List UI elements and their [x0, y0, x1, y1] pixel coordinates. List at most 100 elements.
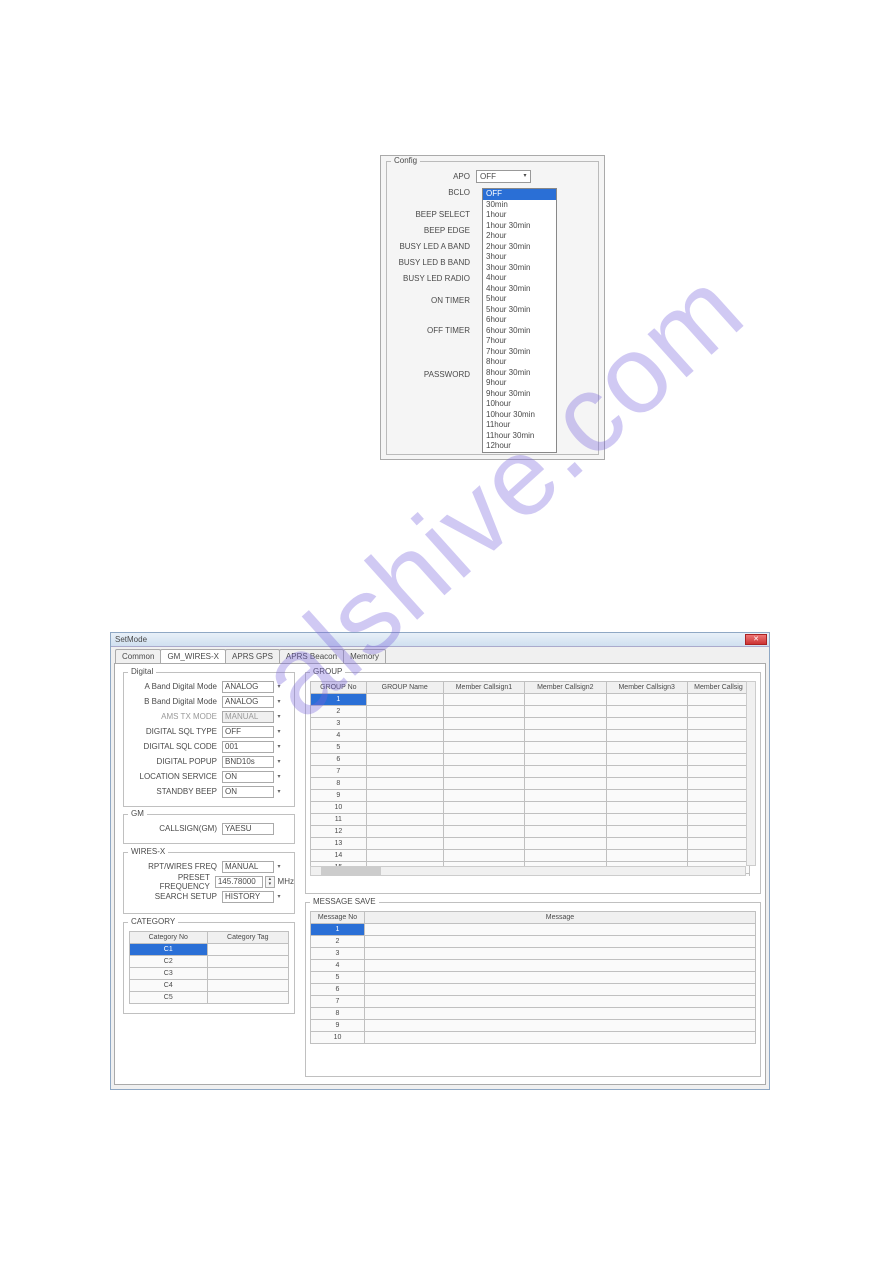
digital-groupbox: Digital A Band Digital ModeANALOG▾ B Ban… [123, 672, 295, 807]
tab-aprs-beacon[interactable]: APRS Beacon [279, 649, 344, 663]
table-row: 4 [311, 960, 756, 972]
table-row: 7 [311, 996, 756, 1008]
search-setup-dropdown[interactable]: HISTORY▾ [222, 891, 274, 903]
table-row: 3 [311, 948, 756, 960]
table-row: C1 [130, 944, 289, 956]
dropdown-item[interactable]: 7hour 30min [483, 347, 556, 358]
table-row: 1 [311, 924, 756, 936]
dropdown-item[interactable]: 10hour 30min [483, 410, 556, 421]
table-row: C2 [130, 956, 289, 968]
table-row: 11 [311, 814, 750, 826]
dropdown-item[interactable]: 10hour [483, 399, 556, 410]
digital-sql-code-dropdown[interactable]: 001▾ [222, 741, 274, 753]
table-row: 14 [311, 850, 750, 862]
chevron-down-icon: ▾ [274, 862, 284, 873]
dropdown-item[interactable]: 3hour [483, 252, 556, 263]
table-row: 7 [311, 766, 750, 778]
tab-common[interactable]: Common [115, 649, 161, 663]
dropdown-item[interactable]: 6hour 30min [483, 326, 556, 337]
standby-beep-dropdown[interactable]: ON▾ [222, 786, 274, 798]
dropdown-item[interactable]: 6hour [483, 315, 556, 326]
config-groupbox: Config APO OFF ▾ OFF 30min 1hour 1hour 3… [386, 161, 599, 455]
dropdown-item[interactable]: 30min [483, 200, 556, 211]
table-row: 5 [311, 742, 750, 754]
callsign-input[interactable]: YAESU [222, 823, 274, 835]
rpt-wires-freq-dropdown[interactable]: MANUAL▾ [222, 861, 274, 873]
config-label: APO [391, 172, 476, 181]
dropdown-item[interactable]: 5hour [483, 294, 556, 305]
group-title: GROUP [310, 667, 345, 676]
table-row: 10 [311, 1032, 756, 1044]
dropdown-item[interactable]: 3hour 30min [483, 263, 556, 274]
chevron-down-icon: ▾ [521, 172, 529, 181]
table-row: 4 [311, 730, 750, 742]
digital-sql-type-dropdown[interactable]: OFF▾ [222, 726, 274, 738]
chevron-down-icon: ▾ [274, 772, 284, 783]
table-row: 9 [311, 1020, 756, 1032]
config-title: Config [391, 156, 420, 165]
dropdown-item[interactable]: 8hour 30min [483, 368, 556, 379]
chevron-down-icon: ▾ [274, 787, 284, 798]
apo-dropdown[interactable]: OFF ▾ [476, 170, 531, 183]
table-row: 13 [311, 838, 750, 850]
tab-aprs-gps[interactable]: APRS GPS [225, 649, 280, 663]
msgsave-table[interactable]: Message No Message 12345678910 [310, 911, 756, 1044]
close-button[interactable]: ✕ [745, 634, 767, 645]
dropdown-item[interactable]: 4hour [483, 273, 556, 284]
wiresx-groupbox: WIRES-X RPT/WIRES FREQMANUAL▾ PRESET FRE… [123, 852, 295, 914]
dropdown-item[interactable]: 8hour [483, 357, 556, 368]
dropdown-item[interactable]: 1hour [483, 210, 556, 221]
table-row: 8 [311, 778, 750, 790]
apo-value: OFF [480, 172, 496, 181]
chevron-down-icon: ▾ [274, 757, 284, 768]
chevron-down-icon: ▾ [274, 682, 284, 693]
dropdown-item[interactable]: 2hour [483, 231, 556, 242]
dropdown-item[interactable]: 1hour 30min [483, 221, 556, 232]
apo-dropdown-list[interactable]: OFF 30min 1hour 1hour 30min 2hour 2hour … [482, 188, 557, 453]
gm-title: GM [128, 809, 147, 818]
group-table-wrap: GROUP No GROUP Name Member Callsign1 Mem… [310, 681, 756, 876]
dropdown-item[interactable]: 12hour [483, 441, 556, 452]
dropdown-item[interactable]: 9hour 30min [483, 389, 556, 400]
dropdown-item[interactable]: 5hour 30min [483, 305, 556, 316]
table-row: 1 [311, 694, 750, 706]
dropdown-item[interactable]: 9hour [483, 378, 556, 389]
location-service-dropdown[interactable]: ON▾ [222, 771, 274, 783]
table-row: 2 [311, 936, 756, 948]
dropdown-item[interactable]: 2hour 30min [483, 242, 556, 253]
chevron-down-icon: ▾ [274, 697, 284, 708]
spin-button[interactable]: ▴▾ [265, 876, 274, 888]
window-title: SetMode [115, 635, 147, 644]
b-band-mode-dropdown[interactable]: ANALOG▾ [222, 696, 274, 708]
vertical-scrollbar[interactable] [746, 681, 756, 866]
table-row: 10 [311, 802, 750, 814]
dropdown-item[interactable]: 7hour [483, 336, 556, 347]
table-row: 3 [311, 718, 750, 730]
digital-title: Digital [128, 667, 156, 676]
category-table[interactable]: Category NoCategory Tag C1 C2 C3 C4 C5 [129, 931, 289, 1004]
dropdown-item[interactable]: 11hour [483, 420, 556, 431]
config-panel: Config APO OFF ▾ OFF 30min 1hour 1hour 3… [380, 155, 605, 460]
table-row: 12 [311, 826, 750, 838]
dropdown-item[interactable]: 4hour 30min [483, 284, 556, 295]
preset-frequency-input[interactable]: 145.78000 [215, 876, 263, 888]
table-row: 6 [311, 984, 756, 996]
dropdown-item[interactable]: 11hour 30min [483, 431, 556, 442]
table-row: 8 [311, 1008, 756, 1020]
tabstrip: Common GM_WIRES-X APRS GPS APRS Beacon M… [111, 647, 769, 663]
a-band-mode-dropdown[interactable]: ANALOG▾ [222, 681, 274, 693]
tab-memory[interactable]: Memory [343, 649, 386, 663]
tab-content: Digital A Band Digital ModeANALOG▾ B Ban… [114, 663, 766, 1085]
group-table[interactable]: GROUP No GROUP Name Member Callsign1 Mem… [310, 681, 750, 876]
chevron-down-icon: ▾ [274, 727, 284, 738]
chevron-down-icon: ▾ [274, 742, 284, 753]
table-row: 6 [311, 754, 750, 766]
table-row: C5 [130, 992, 289, 1004]
horizontal-scrollbar[interactable] [310, 866, 746, 876]
chevron-down-icon: ▾ [274, 712, 284, 723]
digital-popup-dropdown[interactable]: BND10s▾ [222, 756, 274, 768]
dropdown-item[interactable]: OFF [483, 189, 556, 200]
table-row: C3 [130, 968, 289, 980]
tab-gm-wiresx[interactable]: GM_WIRES-X [160, 649, 226, 663]
table-row: 2 [311, 706, 750, 718]
